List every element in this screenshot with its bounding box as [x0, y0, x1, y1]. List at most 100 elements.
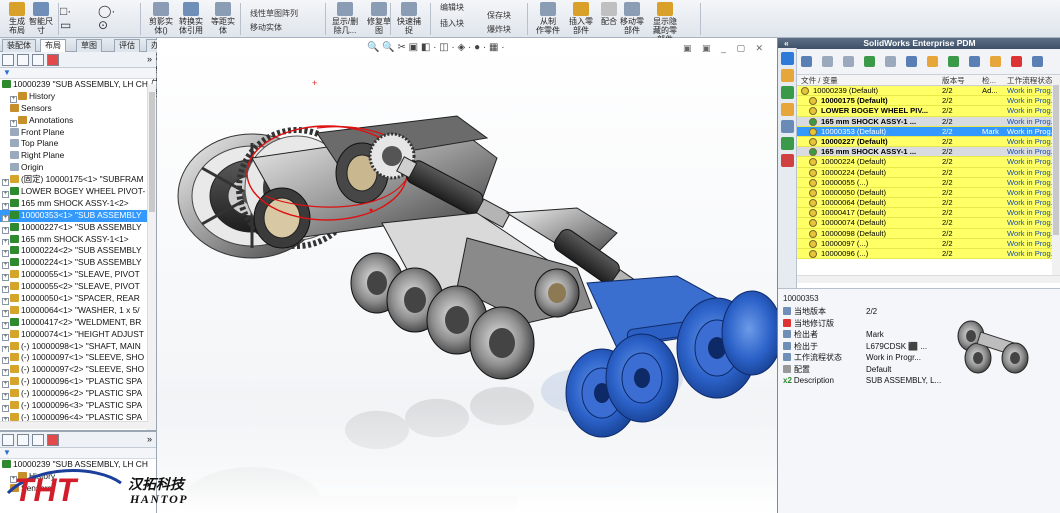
- tree-filter-lower[interactable]: ▼: [0, 448, 156, 459]
- ribbon-small-item[interactable]: 线性草图阵列: [250, 8, 298, 19]
- expand-icon[interactable]: +: [2, 333, 9, 341]
- tab-2[interactable]: 草图: [76, 39, 102, 52]
- design-library-icon[interactable]: [780, 69, 794, 82]
- ribbon-small-item[interactable]: 移动实体: [250, 22, 282, 33]
- tree-node[interactable]: Front Plane: [0, 127, 156, 139]
- ribbon-button-9[interactable]: 插入零 部件: [566, 2, 596, 35]
- pdm-row[interactable]: LOWER BOGEY WHEEL PIV... 2/2 Work in Prog.…: [797, 106, 1052, 117]
- sketch-tool-icon[interactable]: ◯·: [98, 4, 115, 18]
- pdm-toolbar-icon[interactable]: [969, 56, 980, 67]
- tree-node[interactable]: + (-) 10000097<2> "SLEEVE, SHO: [0, 364, 156, 377]
- panel-expand-icon[interactable]: »: [147, 54, 152, 64]
- ribbon-button-2[interactable]: 剪影实 体(): [146, 2, 176, 35]
- pdm-row[interactable]: 10000098 (Default) 2/2 Work in Prog...: [797, 228, 1052, 239]
- panel-expand-icon[interactable]: »: [147, 434, 152, 444]
- pdm-row[interactable]: 10000227 (Default) 2/2 Work in Prog...: [797, 136, 1052, 148]
- pdm-toolbar-icon[interactable]: [1011, 56, 1022, 67]
- expand-icon[interactable]: +: [2, 309, 9, 317]
- expand-icon[interactable]: +: [2, 191, 9, 198]
- expand-icon[interactable]: +: [2, 369, 9, 377]
- expand-icon[interactable]: +: [10, 119, 17, 127]
- tree-node[interactable]: + (-) 10000096<1> "PLASTIC SPA: [0, 376, 156, 389]
- tree-node[interactable]: +10000224<2> "SUB ASSEMBLY: [0, 245, 156, 258]
- pdm-toolbar-icon[interactable]: [822, 56, 833, 67]
- tree-node[interactable]: + Annotations: [0, 115, 156, 127]
- pdm-row[interactable]: 165 mm SHOCK ASSY-1 ... 2/2 Work in Prog..…: [797, 116, 1052, 127]
- pdm-column-3[interactable]: 工作流程状态: [1007, 75, 1053, 86]
- expand-icon[interactable]: +: [2, 179, 9, 187]
- pdm-toolbar-icon[interactable]: [948, 56, 959, 67]
- expand-icon[interactable]: +: [2, 226, 9, 234]
- tree-node[interactable]: + (固定) 10000175<1> "SUBFRAM: [0, 174, 156, 187]
- ribbon-small-item[interactable]: 保存块: [487, 10, 511, 21]
- pdm-toolbar-icon[interactable]: [906, 56, 917, 67]
- tree-node[interactable]: +165 mm SHOCK ASSY-1<2>: [0, 198, 156, 210]
- graphics-viewport[interactable]: 🔍 🔍 ✂ ▣ ◧ · ◫ · ◈ · ● · ▦ · ▣ ▣ _ ▢ ✕ +: [157, 38, 777, 513]
- pdm-row[interactable]: 10000055 (...) 2/2 Work in Prog...: [797, 177, 1052, 188]
- tree-node[interactable]: Top Plane: [0, 138, 156, 150]
- tree-node[interactable]: +165 mm SHOCK ASSY-1<1>: [0, 234, 156, 246]
- expand-icon[interactable]: +: [2, 202, 9, 210]
- tree-node[interactable]: +10000224<1> "SUB ASSEMBLY: [0, 257, 156, 270]
- tab-0[interactable]: 装配体: [2, 39, 36, 52]
- file-explorer-icon[interactable]: [780, 86, 794, 99]
- expand-icon[interactable]: +: [2, 262, 9, 270]
- ribbon-button-7[interactable]: 快速捕 捉: [394, 2, 424, 35]
- ribbon-small-item[interactable]: 插入块: [440, 18, 464, 29]
- pdm-toolbar-icon[interactable]: [927, 56, 938, 67]
- expand-icon[interactable]: +: [2, 286, 9, 294]
- pdm-row[interactable]: 10000097 (...) 2/2 Work in Prog...: [797, 238, 1052, 249]
- filter-icon[interactable]: ▼: [3, 448, 11, 457]
- expand-icon[interactable]: +: [10, 95, 17, 103]
- ribbon-button-4[interactable]: 等距实 体: [208, 2, 238, 35]
- pdm-row[interactable]: 10000064 (Default) 2/2 Work in Prog...: [797, 198, 1052, 209]
- expand-icon[interactable]: +: [2, 274, 9, 282]
- pdm-toolbar-icon[interactable]: [885, 56, 896, 67]
- tree-node[interactable]: +10000074<1> "HEIGHT ADJUST: [0, 329, 156, 341]
- filter-icon[interactable]: ▼: [3, 68, 11, 77]
- pdm-toolbar-icon[interactable]: [864, 56, 875, 67]
- custom-properties-icon[interactable]: [780, 154, 794, 167]
- expand-icon[interactable]: +: [2, 345, 9, 353]
- pdm-row[interactable]: 10000224 (Default) 2/2 Work in Prog...: [797, 167, 1052, 178]
- tree-node[interactable]: Sensors: [0, 103, 156, 115]
- tree-horizontal-scrollbar[interactable]: [0, 421, 148, 429]
- tree-node[interactable]: + (-) 10000098<1> "SHAFT, MAIN: [0, 341, 156, 353]
- tree-node[interactable]: + (-) 10000096<2> "PLASTIC SPA: [0, 388, 156, 401]
- configuration-manager-tab-icon[interactable]: [32, 54, 44, 66]
- ribbon-small-item[interactable]: 爆炸块: [487, 24, 511, 35]
- tab-1[interactable]: 布局: [40, 39, 66, 52]
- tree-filter[interactable]: ▼: [0, 68, 156, 79]
- pdm-row[interactable]: 10000050 (Default) 2/2 Work in Prog...: [797, 187, 1052, 199]
- appearances-icon[interactable]: [780, 137, 794, 150]
- ribbon-button-11[interactable]: 移动零 部件: [617, 2, 647, 35]
- pdm-row[interactable]: 10000074 (Default) 2/2 Work in Prog...: [797, 218, 1052, 229]
- pdm-column-1[interactable]: 版本号: [942, 75, 965, 86]
- configuration-manager-tab-icon[interactable]: [32, 434, 44, 446]
- pdm-row[interactable]: 10000096 (...) 2/2 Work in Prog...: [797, 249, 1052, 260]
- pdm-toolbar-icon[interactable]: [990, 56, 1001, 67]
- pdm-row[interactable]: 10000175 (Default) 2/2 Work in Prog...: [797, 96, 1052, 107]
- pdm-row[interactable]: 10000239 (Default) 2/2 Ad... Work in Prog..…: [797, 86, 1052, 97]
- tree-vertical-scrollbar[interactable]: [147, 84, 156, 466]
- tree-node[interactable]: + History: [0, 91, 156, 103]
- pdm-vault-icon[interactable]: [780, 103, 794, 116]
- pdm-column-0[interactable]: 文件 / 变量: [801, 75, 838, 86]
- tree-node[interactable]: + LOWER BOGEY WHEEL PIVOT-: [0, 186, 156, 198]
- feature-tree-tab-icon[interactable]: [2, 54, 14, 66]
- sketch-tool-icon[interactable]: ⊙: [98, 18, 108, 32]
- expand-icon[interactable]: +: [2, 298, 9, 305]
- tree-node[interactable]: +10000417<2> "WELDMENT, BR: [0, 317, 156, 329]
- sketch-tool-icon[interactable]: ▭: [60, 18, 71, 32]
- pdm-list-horizontal-scrollbar[interactable]: [797, 275, 1060, 283]
- expand-icon[interactable]: +: [2, 357, 9, 365]
- ribbon-button-5[interactable]: 显示/删 除几...: [330, 2, 360, 35]
- tree-node[interactable]: +10000064<1> "WASHER, 1 x 5/: [0, 305, 156, 317]
- appearance-tab-icon[interactable]: [47, 54, 59, 66]
- tree-node[interactable]: Origin: [0, 162, 156, 174]
- expand-icon[interactable]: +: [2, 250, 9, 258]
- expand-icon[interactable]: +: [2, 238, 9, 246]
- expand-icon[interactable]: +: [2, 321, 9, 329]
- pdm-row[interactable]: 10000417 (Default) 2/2 Work in Prog...: [797, 208, 1052, 219]
- tree-node[interactable]: 10000239 "SUB ASSEMBLY, LH CH: [0, 79, 156, 91]
